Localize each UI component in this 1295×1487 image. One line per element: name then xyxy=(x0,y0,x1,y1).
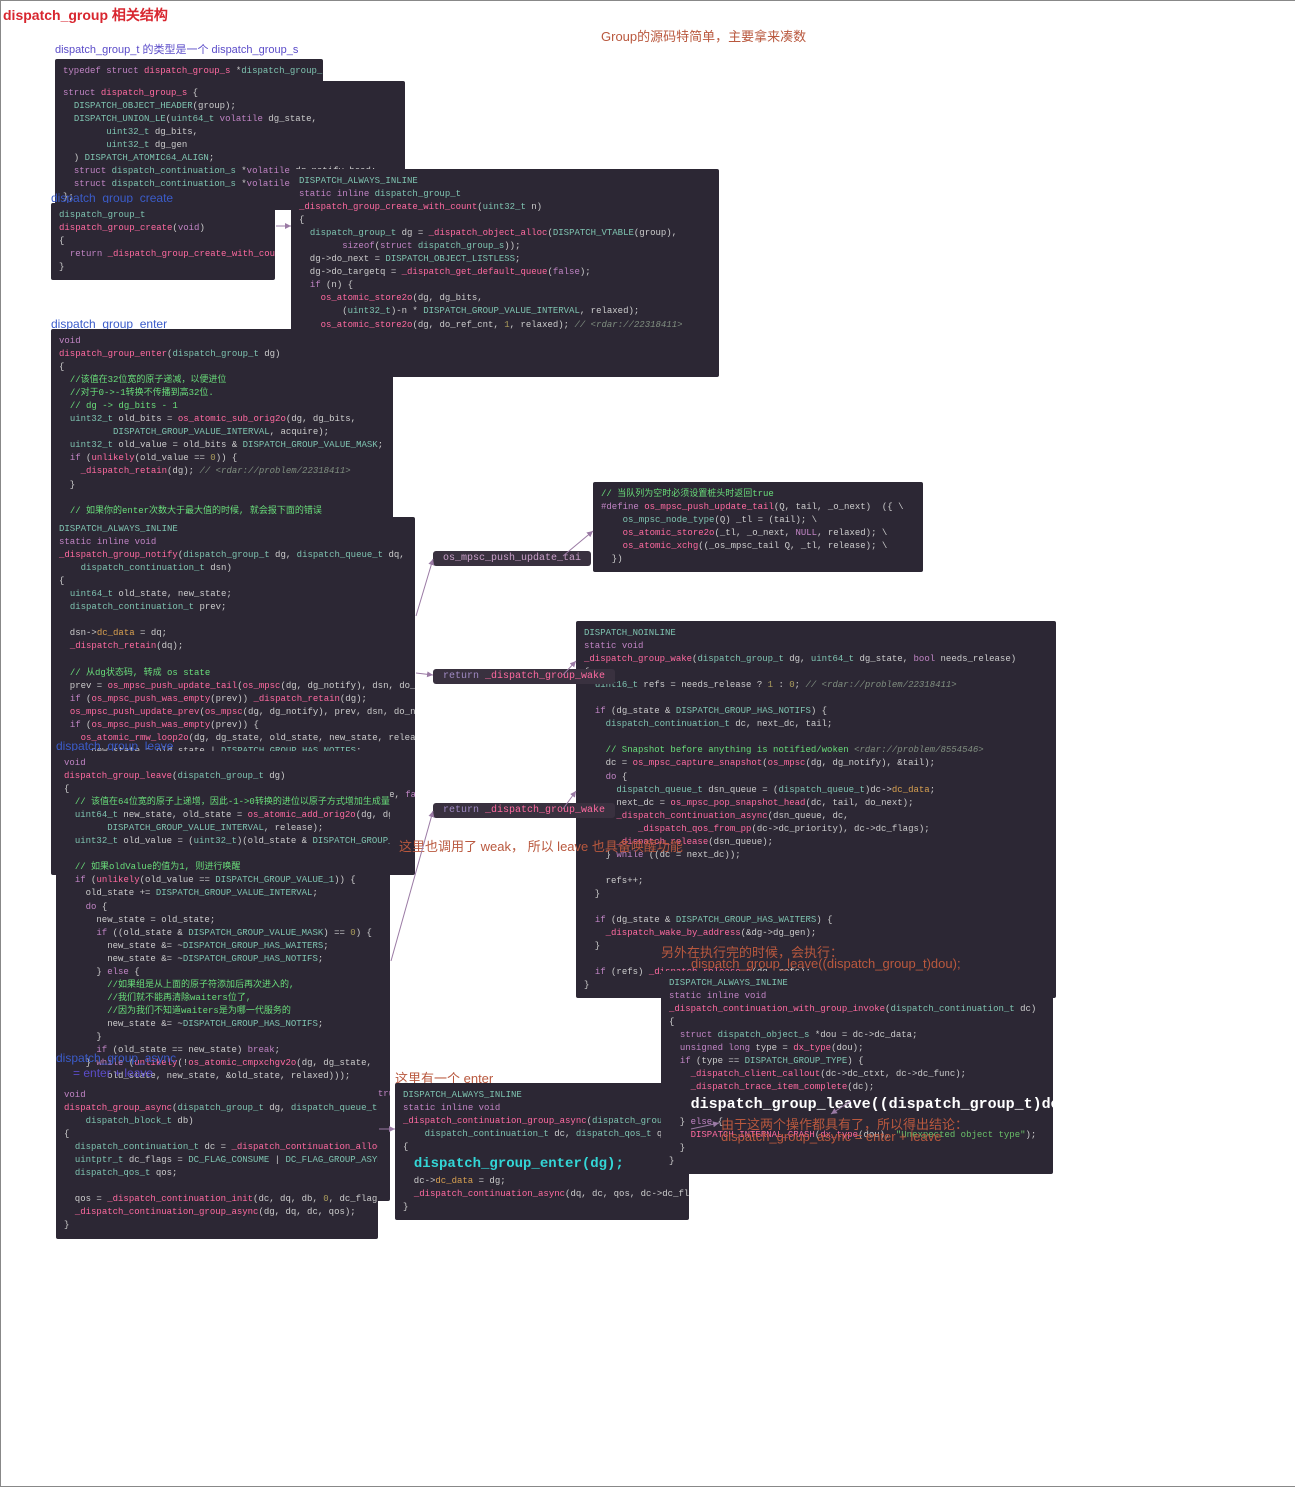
note-conclusion2: dispatch_group_async = enter + leave xyxy=(721,1129,941,1144)
code-create: dispatch_group_t dispatch_group_create(v… xyxy=(51,203,275,280)
type-note: dispatch_group_t 的类型是一个 dispatch_group_s xyxy=(55,41,298,57)
code-push-tail: // 当队列为空时必须设置桩头时返回true #define os_mpsc_p… xyxy=(593,482,923,572)
main-title: dispatch_group 相关结构 xyxy=(3,5,168,25)
label-async: dispatch_group_async xyxy=(56,1051,176,1065)
code-cont-async: DISPATCH_ALWAYS_INLINE static inline voi… xyxy=(395,1083,689,1220)
note-exec2: dispatch_group_leave((dispatch_group_t)d… xyxy=(691,956,961,971)
diagram-canvas: dispatch_group 相关结构 Group的源码特简单，主要拿来凑数 d… xyxy=(0,0,1295,1487)
code-async: void dispatch_group_async(dispatch_group… xyxy=(56,1083,378,1239)
pill-wake-1: return _dispatch_group_wake xyxy=(433,669,615,684)
label-async-sub: = enter + leave xyxy=(73,1066,153,1080)
pill-wake-2: return _dispatch_group_wake xyxy=(433,803,615,818)
summary-note: Group的源码特简单，主要拿来凑数 xyxy=(601,26,806,45)
pill-push-tail: os_mpsc_push_update_tai xyxy=(433,551,591,566)
note-weak: 这里也调用了 weak， 所以 leave 也具备唤醒功能 xyxy=(399,836,683,855)
